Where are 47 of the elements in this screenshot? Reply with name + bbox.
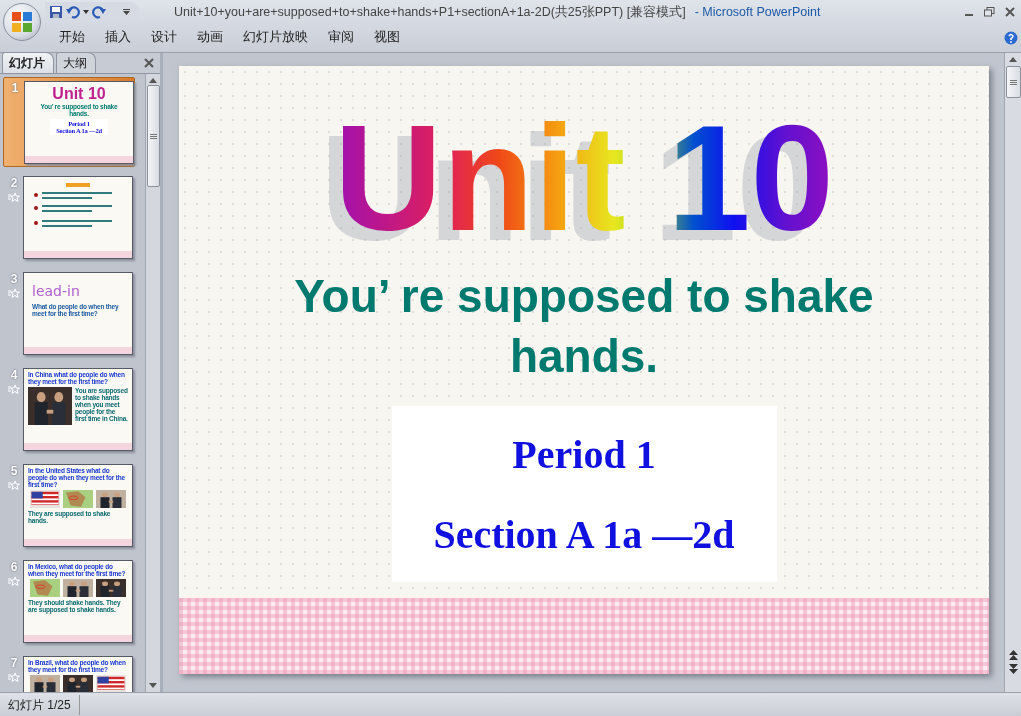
ribbon-tab[interactable]: 幻灯片放映	[243, 29, 308, 46]
scroll-up-icon[interactable]	[1009, 56, 1017, 62]
next-slide-icon[interactable]	[1008, 664, 1018, 674]
section-text: Section A 1a —2d	[433, 510, 735, 558]
caret-icon[interactable]	[83, 10, 89, 14]
ribbon-tab[interactable]: 动画	[197, 29, 223, 46]
office-logo-icon	[11, 11, 33, 33]
slide-number: 5	[10, 464, 18, 478]
slide-number: 3	[10, 272, 18, 286]
window-title: Unit+10+you+are+supposed+to+shake+hands+P1+sectionA+1a-2D(共25张PPT) [兼容模式]	[174, 3, 686, 21]
scroll-up-icon[interactable]	[149, 77, 157, 83]
scroll-thumb[interactable]	[146, 85, 160, 187]
slide-counter: 幻灯片 1/25	[0, 695, 80, 715]
close-icon[interactable]	[1005, 7, 1015, 17]
scrollbar[interactable]	[145, 74, 160, 692]
restore-icon[interactable]	[984, 7, 995, 17]
scroll-down-icon[interactable]	[149, 683, 157, 689]
slide-number: 2	[10, 176, 18, 190]
slide-number: 1	[11, 81, 19, 95]
customize-caret-icon[interactable]	[123, 9, 130, 15]
ribbon-tab[interactable]: 设计	[151, 29, 177, 46]
slide-thumbnail-title: Unit 10	[52, 85, 106, 103]
ribbon-tab[interactable]: 审阅	[328, 29, 354, 46]
ribbon-tab[interactable]: 插入	[105, 29, 131, 46]
scrollbar[interactable]	[1004, 53, 1021, 692]
undo-icon[interactable]	[66, 5, 80, 19]
grip-icon	[149, 133, 157, 139]
previous-slide-icon[interactable]	[1008, 650, 1018, 660]
slide-number: 7	[10, 656, 18, 670]
ribbon-tab[interactable]: 视图	[374, 29, 400, 46]
slide-subtitle: You’ re supposed to shake hands.	[293, 269, 875, 384]
slide-thumbnail[interactable]	[23, 176, 133, 259]
redo-icon[interactable]	[92, 5, 106, 19]
panel-tab[interactable]: 大纲	[56, 52, 96, 73]
period-text: Period 1	[512, 430, 656, 478]
scroll-thumb[interactable]	[1005, 66, 1021, 98]
panel-tab[interactable]: 幻灯片	[2, 52, 54, 73]
app-name: - Microsoft PowerPoint	[694, 5, 821, 19]
save-icon[interactable]	[49, 5, 63, 19]
close-icon[interactable]	[144, 58, 154, 68]
ribbon-tab[interactable]: 开始	[59, 29, 85, 46]
slide-thumbnail-title: lead-in	[32, 283, 80, 299]
slide-number: 6	[10, 560, 18, 574]
grip-icon	[1009, 79, 1017, 85]
office-button[interactable]	[3, 3, 41, 41]
slide-number: 4	[10, 368, 18, 382]
help-icon[interactable]	[1004, 30, 1018, 45]
